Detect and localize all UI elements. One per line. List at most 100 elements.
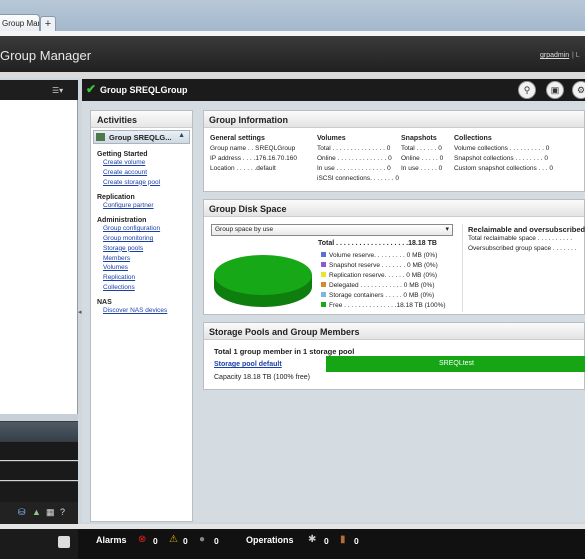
group-information-panel: Group Information General settings Group… bbox=[203, 110, 585, 192]
link-create-account[interactable]: Create account bbox=[103, 169, 192, 177]
tools-icon: ⚙ bbox=[576, 85, 585, 95]
section-administration: Administration bbox=[97, 217, 147, 225]
page-title: Group SREQLGroup bbox=[100, 85, 188, 95]
link-group-monitoring[interactable]: Group monitoring bbox=[103, 235, 192, 243]
new-tab-button[interactable]: + bbox=[40, 16, 56, 31]
legend-label: Replication reserve. . . . . . 0 MB (0%) bbox=[329, 272, 438, 279]
location-row: Location . . . . . .default bbox=[210, 165, 276, 172]
user-link[interactable]: grpadmin bbox=[540, 52, 569, 59]
alarms-label[interactable]: Alarms bbox=[96, 535, 127, 545]
left-nav-tree[interactable] bbox=[0, 100, 78, 414]
legend-label: Volume reserve. . . . . . . . . 0 MB (0%… bbox=[329, 252, 438, 259]
link-members[interactable]: Members bbox=[103, 255, 192, 263]
link-volumes[interactable]: Volumes bbox=[103, 264, 192, 272]
operations-queued-count: 0 bbox=[354, 536, 359, 546]
activities-title: Activities bbox=[91, 111, 192, 128]
legend-volume-reserve: Volume reserve. . . . . . . . . 0 MB (0%… bbox=[321, 252, 437, 259]
snapshots-info: Snapshots Total . . . . . . 0 Online . .… bbox=[401, 135, 443, 174]
custom-snapshot-collections-row: Custom snapshot collections . . . 0 bbox=[454, 165, 553, 172]
critical-alarm-icon[interactable]: ⊗ bbox=[138, 534, 146, 545]
help-icon[interactable]: ? bbox=[60, 507, 65, 517]
member-bar[interactable]: SREQLtest bbox=[326, 356, 585, 372]
link-discover-nas[interactable]: Discover NAS devices bbox=[103, 307, 192, 315]
link-collections[interactable]: Collections bbox=[103, 284, 192, 292]
collections-heading: Collections bbox=[454, 135, 492, 142]
collapse-caret-icon[interactable]: ▲ bbox=[178, 132, 185, 139]
storage-pools-title: Storage Pools and Group Members bbox=[204, 323, 584, 340]
legend-replication-reserve: Replication reserve. . . . . . 0 MB (0%) bbox=[321, 272, 437, 279]
table-icon[interactable]: ▦ bbox=[46, 507, 55, 518]
volume-collections-row: Volume collections . . . . . . . . . . 0 bbox=[454, 145, 550, 152]
storage-pool-link[interactable]: Storage pool default bbox=[214, 361, 282, 368]
disk-space-pie bbox=[214, 255, 312, 307]
replication-reserve-swatch bbox=[321, 272, 326, 277]
nav-bar-replication[interactable] bbox=[0, 461, 78, 480]
search-icon: ⚲ bbox=[523, 85, 531, 95]
link-group-configuration[interactable]: Group configuration bbox=[103, 225, 192, 233]
volumes-inuse-row: In use . . . . . . . . . . . . . . 0 bbox=[317, 165, 391, 172]
snapshot-collections-row: Snapshot collections . . . . . . . . 0 bbox=[454, 155, 548, 162]
network-icon[interactable]: ⛁ bbox=[18, 507, 26, 518]
legend-delegated: Delegated . . . . . . . . . . . . 0 MB (… bbox=[321, 282, 434, 289]
group-icon bbox=[96, 133, 105, 141]
pie-slice-free bbox=[214, 255, 312, 295]
link-replication[interactable]: Replication bbox=[103, 274, 192, 282]
status-bar-left bbox=[0, 529, 78, 559]
operations-running-count: 0 bbox=[324, 536, 329, 546]
collapse-left-icon[interactable]: ◂ bbox=[78, 308, 82, 316]
link-create-volume[interactable]: Create volume bbox=[103, 159, 192, 167]
disk-total: Total . . . . . . . . . . . . . . . . . … bbox=[318, 240, 437, 247]
app-title: Group Manager bbox=[0, 48, 92, 63]
reclaim-title: Reclaimable and oversubscribed bbox=[468, 225, 585, 234]
main-header: ✔ Group SREQLGroup ⚲ ▣ ⚙ bbox=[82, 79, 585, 101]
operations-label[interactable]: Operations bbox=[246, 535, 294, 545]
legend-label: Storage containers . . . . . 0 MB (0%) bbox=[329, 292, 435, 299]
legend-free: Free . . . . . . . . . . . . . . .18.18 … bbox=[321, 302, 446, 309]
capacity-text: Capacity 18.18 TB (100% free) bbox=[214, 374, 310, 381]
left-nav-icon-bar: ⛁ ▲ ▦ ? bbox=[0, 502, 78, 524]
save-button[interactable]: ▣ bbox=[546, 81, 564, 99]
operations-queued-icon[interactable]: ▮ bbox=[340, 534, 346, 545]
activities-panel: Activities Group SREQLG... ▲ Getting Sta… bbox=[90, 110, 193, 522]
disk-space-view-select[interactable]: Group space by use ▾ bbox=[211, 224, 453, 236]
collections-info: Collections Volume collections . . . . .… bbox=[454, 135, 553, 174]
link-configure-partner[interactable]: Configure partner bbox=[103, 202, 192, 210]
select-value: Group space by use bbox=[215, 226, 274, 233]
legend-snapshot-reserve: Snapshot reserve . . . . . . . 0 MB (0%) bbox=[321, 262, 438, 269]
nav-bar-volumes[interactable] bbox=[0, 441, 78, 460]
legend-label: Snapshot reserve . . . . . . . 0 MB (0%) bbox=[329, 262, 438, 269]
info-alarm-icon[interactable]: ● bbox=[199, 534, 205, 545]
header-strip bbox=[0, 72, 585, 78]
search-button[interactable]: ⚲ bbox=[518, 81, 536, 99]
snapshots-inuse-row: In use . . . . . 0 bbox=[401, 165, 443, 172]
general-settings-heading: General settings bbox=[210, 135, 265, 142]
operations-running-icon[interactable]: ✱ bbox=[308, 534, 316, 545]
link-storage-pools[interactable]: Storage pools bbox=[103, 245, 192, 253]
section-nas: NAS bbox=[97, 299, 112, 307]
panel-toggle-icon[interactable] bbox=[58, 536, 70, 548]
browser-tab[interactable]: Group Manager bbox=[0, 14, 40, 32]
storage-summary: Total 1 group member in 1 storage pool bbox=[214, 347, 355, 356]
volume-reserve-swatch bbox=[321, 252, 326, 257]
legend-label: Free . . . . . . . . . . . . . . .18.18 … bbox=[329, 302, 446, 309]
logout-link[interactable]: | L bbox=[572, 52, 580, 59]
nav-bar-monitoring[interactable] bbox=[0, 481, 78, 502]
nav-bar-group[interactable] bbox=[0, 421, 78, 441]
volumes-total-row: Total . . . . . . . . . . . . . . . 0 bbox=[317, 145, 391, 152]
disk-space-panel: Group Disk Space Group space by use ▾ To… bbox=[203, 199, 585, 315]
tools-button[interactable]: ⚙ bbox=[572, 81, 585, 99]
disk-space-title: Group Disk Space bbox=[204, 200, 584, 217]
section-replication: Replication bbox=[97, 193, 135, 201]
link-create-storage-pool[interactable]: Create storage pool bbox=[103, 179, 192, 187]
group-name-row: Group name . . SREQLGroup bbox=[210, 145, 296, 152]
warning-alarm-count: 0 bbox=[183, 536, 188, 546]
list-menu-icon[interactable]: ☰▾ bbox=[52, 86, 63, 95]
iscsi-connections-row: iSCSI connections. . . . . . . 0 bbox=[317, 175, 400, 182]
status-ok-icon: ✔ bbox=[86, 82, 97, 96]
snapshot-reserve-swatch bbox=[321, 262, 326, 267]
ip-address-row: IP address . . . .176.16.70.160 bbox=[210, 155, 297, 162]
flask-icon[interactable]: ▲ bbox=[32, 507, 41, 517]
activities-group-header[interactable]: Group SREQLG... ▲ bbox=[93, 130, 190, 144]
volumes-info: Volumes Total . . . . . . . . . . . . . … bbox=[317, 135, 399, 184]
warning-alarm-icon[interactable]: ⚠ bbox=[169, 534, 178, 545]
